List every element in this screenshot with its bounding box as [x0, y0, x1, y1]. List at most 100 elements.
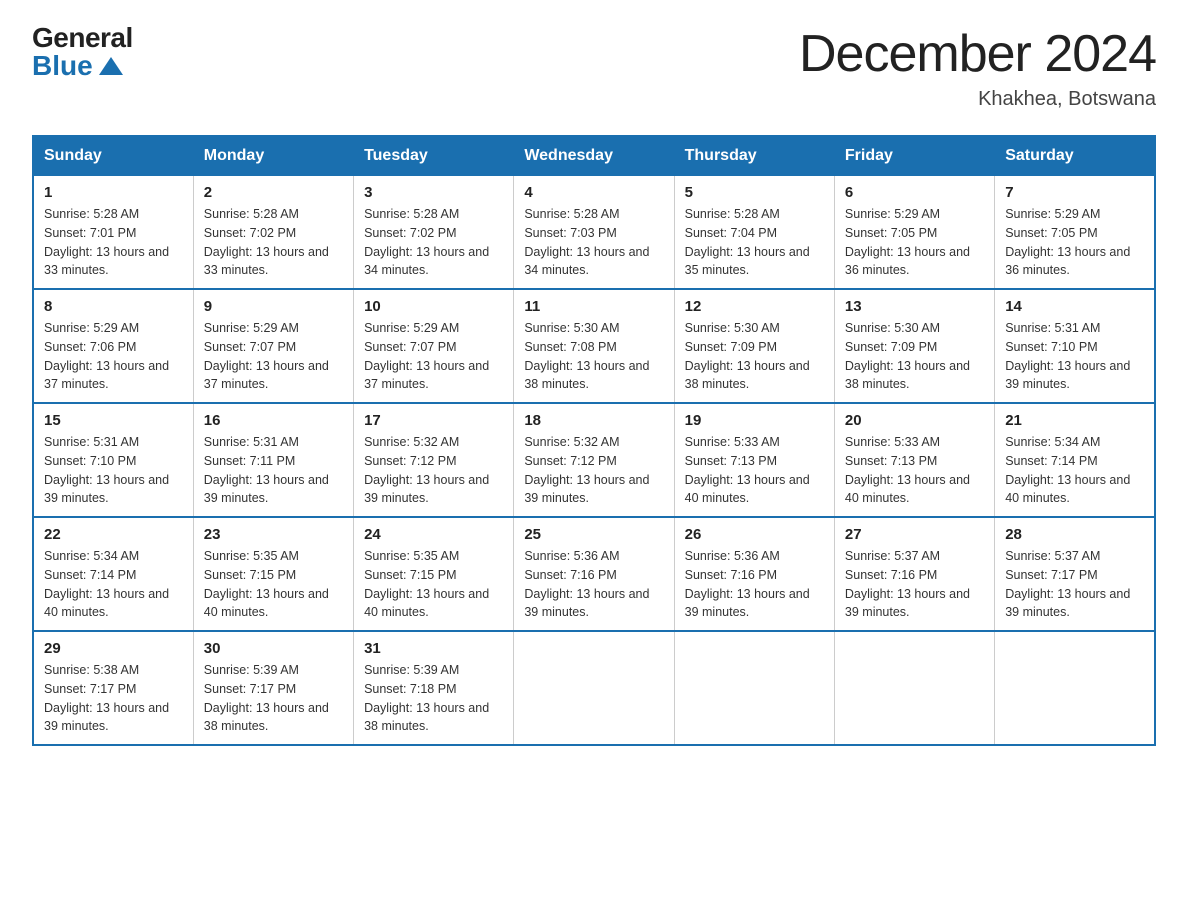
day-info: Sunrise: 5:34 AMSunset: 7:14 PMDaylight:…	[1005, 433, 1144, 508]
day-info: Sunrise: 5:28 AMSunset: 7:02 PMDaylight:…	[364, 205, 503, 280]
day-info: Sunrise: 5:31 AMSunset: 7:11 PMDaylight:…	[204, 433, 343, 508]
day-number: 22	[44, 526, 183, 543]
day-number: 13	[845, 298, 984, 315]
day-info: Sunrise: 5:39 AMSunset: 7:17 PMDaylight:…	[204, 661, 343, 736]
calendar-week-4: 22 Sunrise: 5:34 AMSunset: 7:14 PMDayligh…	[33, 517, 1155, 631]
calendar-cell: 15Sunrise: 5:31 AMSunset: 7:10 PMDayligh…	[33, 403, 193, 517]
day-number: 29	[44, 640, 183, 657]
day-info: Sunrise: 5:29 AMSunset: 7:07 PMDaylight:…	[204, 319, 343, 394]
calendar-cell: 5Sunrise: 5:28 AMSunset: 7:04 PMDaylight…	[674, 176, 834, 290]
day-number: 8	[44, 298, 183, 315]
day-number: 21	[1005, 412, 1144, 429]
calendar-cell: 24 Sunrise: 5:35 AMSunset: 7:15 PMDayligh…	[354, 517, 514, 631]
day-info: Sunrise: 5:34 AMSunset: 7:14 PMDaylight:…	[44, 547, 183, 622]
header-cell-tuesday: Tuesday	[354, 136, 514, 176]
calendar-cell: 18 Sunrise: 5:32 AMSunset: 7:12 PMDayligh…	[514, 403, 674, 517]
calendar-cell: 27 Sunrise: 5:37 AMSunset: 7:16 PMDayligh…	[834, 517, 994, 631]
calendar-cell: 19 Sunrise: 5:33 AMSunset: 7:13 PMDayligh…	[674, 403, 834, 517]
calendar-cell: 7 Sunrise: 5:29 AMSunset: 7:05 PMDaylight…	[995, 176, 1155, 290]
day-info: Sunrise: 5:35 AMSunset: 7:15 PMDaylight:…	[364, 547, 503, 622]
day-number: 27	[845, 526, 984, 543]
calendar-cell: 13 Sunrise: 5:30 AMSunset: 7:09 PMDayligh…	[834, 289, 994, 403]
calendar-cell: 17 Sunrise: 5:32 AMSunset: 7:12 PMDayligh…	[354, 403, 514, 517]
calendar-cell	[674, 631, 834, 745]
calendar-week-3: 15Sunrise: 5:31 AMSunset: 7:10 PMDayligh…	[33, 403, 1155, 517]
day-number: 5	[685, 184, 824, 201]
day-info: Sunrise: 5:32 AMSunset: 7:12 PMDaylight:…	[524, 433, 663, 508]
calendar-cell: 4 Sunrise: 5:28 AMSunset: 7:03 PMDaylight…	[514, 176, 674, 290]
day-number: 16	[204, 412, 343, 429]
calendar-cell: 11Sunrise: 5:30 AMSunset: 7:08 PMDayligh…	[514, 289, 674, 403]
day-info: Sunrise: 5:28 AMSunset: 7:03 PMDaylight:…	[524, 205, 663, 280]
logo-general-text: General	[32, 24, 133, 52]
calendar-cell: 16 Sunrise: 5:31 AMSunset: 7:11 PMDayligh…	[193, 403, 353, 517]
day-number: 10	[364, 298, 503, 315]
day-info: Sunrise: 5:36 AMSunset: 7:16 PMDaylight:…	[524, 547, 663, 622]
calendar-cell: 3 Sunrise: 5:28 AMSunset: 7:02 PMDaylight…	[354, 176, 514, 290]
day-info: Sunrise: 5:33 AMSunset: 7:13 PMDaylight:…	[845, 433, 984, 508]
day-number: 14	[1005, 298, 1144, 315]
day-number: 20	[845, 412, 984, 429]
calendar-cell: 26 Sunrise: 5:36 AMSunset: 7:16 PMDayligh…	[674, 517, 834, 631]
calendar-cell: 20 Sunrise: 5:33 AMSunset: 7:13 PMDayligh…	[834, 403, 994, 517]
day-info: Sunrise: 5:36 AMSunset: 7:16 PMDaylight:…	[685, 547, 824, 622]
calendar-cell: 31Sunrise: 5:39 AMSunset: 7:18 PMDayligh…	[354, 631, 514, 745]
calendar-week-2: 8Sunrise: 5:29 AMSunset: 7:06 PMDaylight…	[33, 289, 1155, 403]
logo-blue-text: Blue	[32, 52, 123, 80]
day-number: 31	[364, 640, 503, 657]
day-info: Sunrise: 5:37 AMSunset: 7:17 PMDaylight:…	[1005, 547, 1144, 622]
day-number: 12	[685, 298, 824, 315]
day-number: 9	[204, 298, 343, 315]
calendar-cell: 14Sunrise: 5:31 AMSunset: 7:10 PMDayligh…	[995, 289, 1155, 403]
day-info: Sunrise: 5:28 AMSunset: 7:01 PMDaylight:…	[44, 205, 183, 280]
calendar-cell: 12 Sunrise: 5:30 AMSunset: 7:09 PMDayligh…	[674, 289, 834, 403]
day-number: 4	[524, 184, 663, 201]
day-number: 6	[845, 184, 984, 201]
header-row: SundayMondayTuesdayWednesdayThursdayFrid…	[33, 136, 1155, 176]
day-info: Sunrise: 5:35 AMSunset: 7:15 PMDaylight:…	[204, 547, 343, 622]
calendar-cell	[995, 631, 1155, 745]
day-info: Sunrise: 5:32 AMSunset: 7:12 PMDaylight:…	[364, 433, 503, 508]
day-info: Sunrise: 5:30 AMSunset: 7:09 PMDaylight:…	[845, 319, 984, 394]
logo-triangle-icon	[99, 57, 123, 75]
day-number: 23	[204, 526, 343, 543]
day-number: 7	[1005, 184, 1144, 201]
day-number: 30	[204, 640, 343, 657]
calendar-header: SundayMondayTuesdayWednesdayThursdayFrid…	[33, 136, 1155, 176]
calendar-cell: 29Sunrise: 5:38 AMSunset: 7:17 PMDayligh…	[33, 631, 193, 745]
day-info: Sunrise: 5:30 AMSunset: 7:09 PMDaylight:…	[685, 319, 824, 394]
day-number: 25	[524, 526, 663, 543]
title-block: December 2024 Khakhea, Botswana	[799, 24, 1156, 111]
calendar-week-1: 1 Sunrise: 5:28 AMSunset: 7:01 PMDaylight…	[33, 176, 1155, 290]
header-cell-saturday: Saturday	[995, 136, 1155, 176]
calendar-cell: 8Sunrise: 5:29 AMSunset: 7:06 PMDaylight…	[33, 289, 193, 403]
day-info: Sunrise: 5:29 AMSunset: 7:07 PMDaylight:…	[364, 319, 503, 394]
day-number: 3	[364, 184, 503, 201]
calendar-cell	[834, 631, 994, 745]
calendar-week-5: 29Sunrise: 5:38 AMSunset: 7:17 PMDayligh…	[33, 631, 1155, 745]
day-number: 1	[44, 184, 183, 201]
calendar-cell: 9 Sunrise: 5:29 AMSunset: 7:07 PMDaylight…	[193, 289, 353, 403]
header-cell-sunday: Sunday	[33, 136, 193, 176]
header-cell-wednesday: Wednesday	[514, 136, 674, 176]
header-cell-friday: Friday	[834, 136, 994, 176]
day-info: Sunrise: 5:29 AMSunset: 7:05 PMDaylight:…	[1005, 205, 1144, 280]
calendar-table: SundayMondayTuesdayWednesdayThursdayFrid…	[32, 135, 1156, 746]
day-number: 18	[524, 412, 663, 429]
calendar-cell: 2Sunrise: 5:28 AMSunset: 7:02 PMDaylight…	[193, 176, 353, 290]
day-info: Sunrise: 5:37 AMSunset: 7:16 PMDaylight:…	[845, 547, 984, 622]
day-number: 26	[685, 526, 824, 543]
month-title: December 2024	[799, 24, 1156, 84]
day-info: Sunrise: 5:30 AMSunset: 7:08 PMDaylight:…	[524, 319, 663, 394]
day-number: 24	[364, 526, 503, 543]
calendar-cell: 25 Sunrise: 5:36 AMSunset: 7:16 PMDayligh…	[514, 517, 674, 631]
day-info: Sunrise: 5:33 AMSunset: 7:13 PMDaylight:…	[685, 433, 824, 508]
header-cell-thursday: Thursday	[674, 136, 834, 176]
page-header: General Blue December 2024 Khakhea, Bots…	[32, 24, 1156, 111]
header-cell-monday: Monday	[193, 136, 353, 176]
day-number: 17	[364, 412, 503, 429]
day-number: 19	[685, 412, 824, 429]
calendar-cell: 23 Sunrise: 5:35 AMSunset: 7:15 PMDayligh…	[193, 517, 353, 631]
day-number: 28	[1005, 526, 1144, 543]
calendar-body: 1 Sunrise: 5:28 AMSunset: 7:01 PMDaylight…	[33, 176, 1155, 746]
